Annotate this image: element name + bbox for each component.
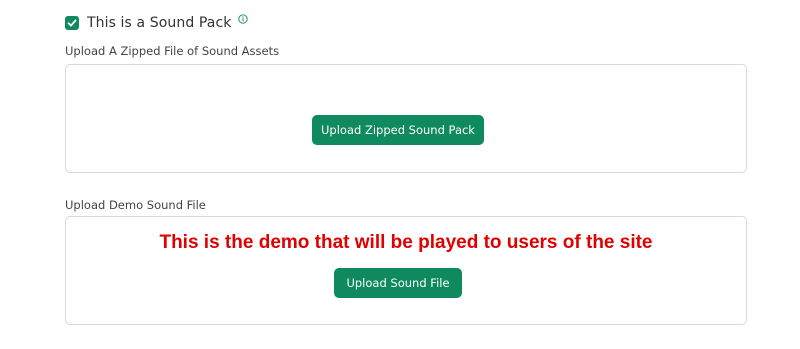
upload-sound-file-button[interactable]: Upload Sound File	[334, 268, 462, 298]
demo-note: This is the demo that will be played to …	[159, 232, 653, 253]
zipped-upload-label: Upload A Zipped File of Sound Assets	[65, 44, 280, 58]
demo-upload-label: Upload Demo Sound File	[65, 198, 206, 212]
zipped-upload-dropzone[interactable]: Upload Zipped Sound Pack	[65, 64, 747, 173]
upload-zipped-sound-pack-button[interactable]: Upload Zipped Sound Pack	[312, 115, 484, 145]
sound-pack-checkbox-label[interactable]: This is a Sound Pack	[87, 15, 231, 31]
sound-pack-checkbox-row: This is a Sound Pack	[65, 13, 249, 33]
checkmark-icon	[67, 19, 77, 27]
demo-upload-dropzone[interactable]: This is the demo that will be played to …	[65, 216, 747, 325]
sound-pack-form: This is a Sound Pack Upload A Zipped Fil…	[0, 0, 800, 349]
sound-pack-checkbox[interactable]	[65, 16, 79, 30]
info-icon[interactable]	[238, 14, 249, 24]
